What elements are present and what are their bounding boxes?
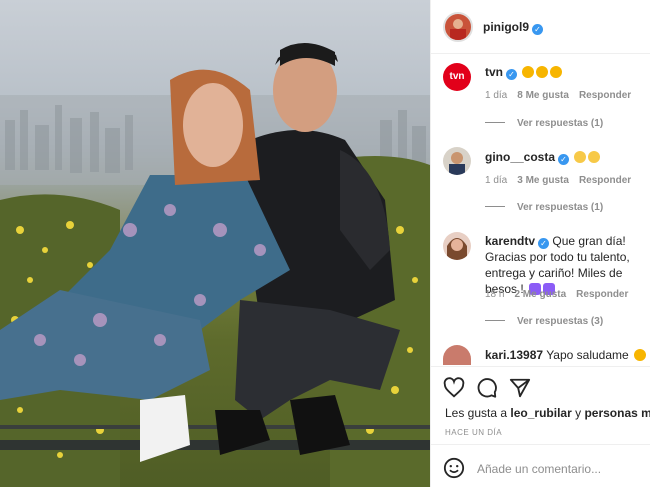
comment-body: karendtv ✓ Que gran día! Gracias por todo… — [485, 233, 650, 297]
likes-connector: y — [575, 406, 582, 420]
view-replies-label[interactable]: Ver respuestas (3) — [517, 316, 603, 327]
add-comment-input[interactable]: Añade un comentario... — [477, 462, 601, 476]
comment-likes[interactable]: 8 Me gusta — [517, 90, 569, 101]
post-header: pinigol9 ✓ — [431, 0, 650, 54]
comment-username[interactable]: karendtv — [485, 234, 535, 248]
sad-face-emoji — [634, 349, 647, 361]
author-avatar[interactable] — [443, 12, 473, 42]
photo-scene — [0, 42, 430, 487]
view-replies-label[interactable]: Ver respuestas (1) — [517, 202, 603, 213]
emoji-smiley-icon[interactable] — [443, 457, 465, 479]
view-replies-label[interactable]: Ver respuestas (1) — [517, 118, 603, 129]
comment-text: Yapo saludame — [546, 348, 629, 362]
star-eyes-emoji — [536, 66, 549, 78]
replies-line — [485, 206, 505, 207]
liker-username[interactable]: leo_rubilar — [510, 406, 571, 420]
comment-avatar[interactable] — [443, 345, 471, 365]
comment-time[interactable]: 18 h — [485, 289, 504, 300]
comment-username[interactable]: tvn — [485, 65, 503, 79]
comment-meta: 1 día 3 Me gusta Responder — [485, 175, 631, 186]
share-send-icon[interactable] — [509, 377, 531, 399]
like-heart-icon[interactable] — [443, 377, 465, 399]
reply-button[interactable]: Responder — [579, 175, 631, 186]
clapping-hands-emoji — [588, 151, 601, 163]
comment-time[interactable]: 1 día — [485, 175, 507, 186]
comment-bubble-icon[interactable] — [476, 377, 498, 399]
verified-badge-icon: ✓ — [506, 69, 517, 80]
comment-likes[interactable]: 3 Me gusta — [517, 175, 569, 186]
reply-button[interactable]: Responder — [579, 90, 631, 101]
likes-others-link[interactable]: personas más — [584, 406, 650, 420]
comment-avatar[interactable]: tvn — [443, 63, 471, 91]
author-username-text[interactable]: pinigol9 — [483, 20, 529, 34]
comment-likes[interactable]: 2 Me gusta — [514, 289, 566, 300]
replies-line — [485, 320, 505, 321]
input-divider — [431, 444, 650, 445]
comment-time[interactable]: 1 día — [485, 90, 507, 101]
comment-body: gino__costa ✓ — [485, 149, 601, 165]
comment-avatar[interactable] — [443, 147, 471, 175]
clapping-hands-emoji — [574, 151, 587, 163]
view-replies-button[interactable]: Ver respuestas (1) — [485, 202, 603, 213]
verified-badge-icon: ✓ — [538, 238, 550, 249]
comments-panel: pinigol9 ✓ tvn tvn ✓ 1 día 8 Me gusta Respon… — [430, 0, 650, 487]
star-eyes-emoji — [522, 66, 535, 78]
view-replies-button[interactable]: Ver respuestas (3) — [485, 316, 603, 327]
reply-button[interactable]: Responder — [576, 289, 628, 300]
author-username[interactable]: pinigol9 ✓ — [483, 20, 543, 35]
comment-username[interactable]: kari.13987 — [485, 348, 543, 362]
comment-body: kari.13987 Yapo saludame — [485, 347, 647, 363]
verified-badge-icon: ✓ — [532, 24, 543, 35]
replies-line — [485, 122, 505, 123]
actions-divider — [431, 366, 650, 367]
verified-badge-icon: ✓ — [558, 154, 570, 165]
comment-meta: 1 día 8 Me gusta Responder — [485, 90, 631, 101]
star-eyes-emoji — [550, 66, 563, 78]
post-timestamp[interactable]: HACE UN DÍA — [445, 428, 502, 437]
view-replies-button[interactable]: Ver respuestas (1) — [485, 118, 603, 129]
likes-summary: Les gusta a leo_rubilar y personas más — [445, 406, 650, 420]
comment-avatar[interactable] — [443, 232, 471, 260]
likes-prefix: Les gusta a — [445, 406, 508, 420]
comment-username[interactable]: gino__costa — [485, 150, 555, 164]
post-photo[interactable] — [0, 0, 430, 487]
comment-meta: 18 h 2 Me gusta Responder — [485, 289, 628, 300]
comment-body: tvn ✓ — [485, 64, 563, 80]
